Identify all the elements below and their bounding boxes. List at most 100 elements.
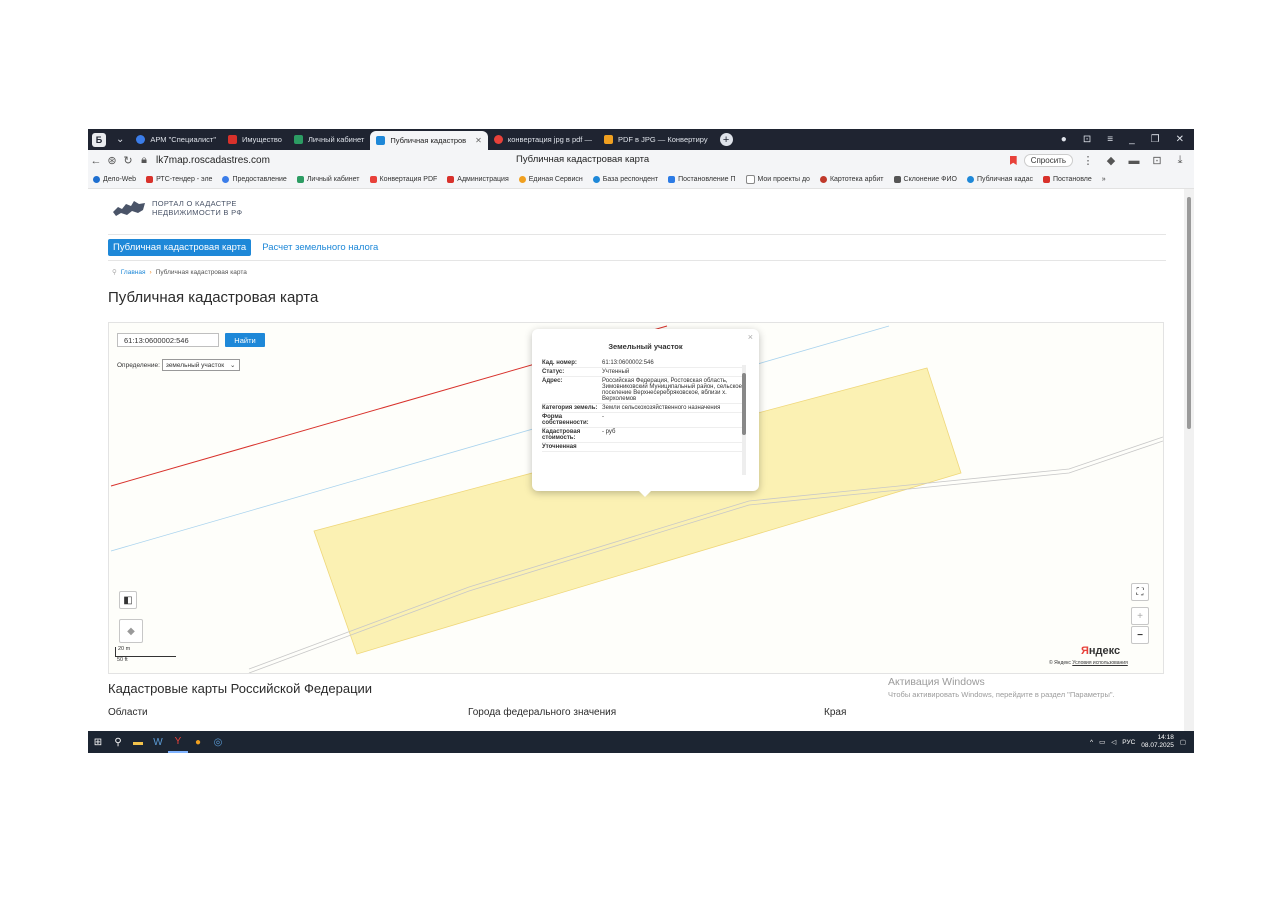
bookmark-administraciya[interactable]: Администрация <box>442 176 513 183</box>
popup-rows[interactable]: Кад. номер: 61:13:0600002:546 Статус: Учте… <box>542 359 742 483</box>
popup-close-button[interactable]: × <box>748 332 753 342</box>
reload-icon[interactable]: ↻ <box>120 154 136 167</box>
bookmark-favicon-icon <box>146 176 154 183</box>
bookmark-rts-tender[interactable]: РТС-тендер - эле <box>141 176 217 183</box>
popup-pointer <box>638 490 652 497</box>
location-pin-icon: ⚲ <box>112 269 117 276</box>
clock-date: 08.07.2025 <box>1141 742 1174 749</box>
bookmark-edinaya-servisnaya[interactable]: Единая Сервисн <box>514 176 588 183</box>
activation-text: Чтобы активировать Windows, перейдите в … <box>888 690 1115 699</box>
yandex-logo[interactable]: Яндекс <box>1081 645 1120 657</box>
federal-cities-column-title: Города федерального значения <box>468 707 617 718</box>
bookmarks-overflow-icon[interactable]: » <box>1097 176 1111 183</box>
bookmark-label: Мои проекты до <box>757 176 810 183</box>
ask-button[interactable]: Спросить <box>1023 154 1073 167</box>
bookmark-moi-proekty[interactable]: Мои проекты до <box>741 175 815 184</box>
bookmark-konvertaciya[interactable]: Конвертация PDF <box>365 176 443 183</box>
tab-label: Имущество <box>242 135 282 144</box>
app-blue-icon[interactable]: ◎ <box>208 731 228 753</box>
lock-icon: 🔒︎ <box>141 154 147 166</box>
bookmark-label: Постановление П <box>678 176 736 183</box>
tab-public-cadastral-map[interactable]: Публичная кадастров ✕ <box>370 131 488 150</box>
popup-value: - руб <box>602 429 616 435</box>
nav-tab-cadastral-map[interactable]: Публичная кадастровая карта <box>108 239 252 256</box>
keyboard-language[interactable]: РУС <box>1122 739 1135 746</box>
breadcrumb-home[interactable]: Главная <box>121 269 146 276</box>
search-icon[interactable]: ⚲ <box>108 731 128 753</box>
divider <box>108 234 1166 235</box>
browser-logo-icon[interactable]: Б <box>92 132 106 147</box>
bookmark-sklonenie-fio[interactable]: Склонение ФИО <box>889 176 962 183</box>
new-tab-plus-icon[interactable]: + <box>719 133 733 146</box>
popup-scrollbar-thumb[interactable] <box>742 373 746 435</box>
nav-tab-land-tax[interactable]: Расчет земельного налога <box>257 239 383 256</box>
tab-pdf-to-jpg[interactable]: PDF в JPG — Конвертиру <box>598 129 714 150</box>
minimize-icon[interactable]: _ <box>1123 134 1141 145</box>
hat-icon[interactable]: ▬ <box>1126 155 1142 167</box>
cadastral-number-input[interactable]: 61:13:0600002:546 <box>117 333 219 347</box>
url-field[interactable]: lk7map.roscadastres.com <box>156 155 270 166</box>
bookmark-label: Администрация <box>457 176 509 183</box>
bookmark-lichny-kabinet[interactable]: Личный кабинет <box>292 176 365 183</box>
profile-icon[interactable]: ● <box>1055 134 1073 145</box>
zoom-in-button[interactable]: + <box>1131 607 1149 625</box>
bookmark-favicon-icon <box>893 176 901 183</box>
bookmark-icon[interactable] <box>1009 156 1017 165</box>
terms-of-use-link[interactable]: Условия использования <box>1072 660 1128 666</box>
extension-icon[interactable]: ◆ <box>1103 154 1119 167</box>
cadastral-map[interactable]: 61:13:0600002:546 Найти Определение: зем… <box>108 322 1164 674</box>
more-icon[interactable]: ⋮ <box>1080 154 1096 167</box>
volume-icon[interactable]: ◁ <box>1111 738 1116 746</box>
bookmark-delo-web[interactable]: Дело-Web <box>88 176 141 183</box>
zoom-out-button[interactable]: − <box>1131 626 1149 644</box>
tabs-menu-chevron-icon[interactable]: ⌄ <box>110 134 130 145</box>
bookmark-favicon-icon <box>592 176 600 183</box>
clock[interactable]: 14:18 08.07.2025 <box>1141 734 1174 750</box>
tab-label: Личный кабинет <box>307 135 365 144</box>
menu-icon[interactable]: ≡ <box>1101 134 1119 145</box>
popup-scrollbar[interactable] <box>742 365 746 475</box>
find-button[interactable]: Найти <box>225 333 265 347</box>
page-scrollbar[interactable] <box>1184 189 1194 731</box>
word-icon[interactable]: W <box>148 731 168 753</box>
regions-column-title: Области <box>108 707 148 718</box>
definition-selected-value: земельный участок <box>165 361 225 369</box>
layers-stack-icon[interactable]: ◆ <box>119 619 143 643</box>
shield-icon[interactable]: ⊛ <box>104 154 120 167</box>
file-explorer-icon[interactable]: ▬ <box>128 731 148 753</box>
pin-icon[interactable]: ⊡ <box>1077 134 1097 145</box>
bookmark-postanovlenie[interactable]: Постановление П <box>663 176 740 183</box>
bookmark-baza-respondentov[interactable]: База респондент <box>588 176 663 183</box>
tab-lichny-kabinet[interactable]: Личный кабинет <box>288 129 370 150</box>
windows-start-icon[interactable]: ⊞ <box>88 731 108 753</box>
popup-key: Кадастровая стоимость: <box>542 429 581 441</box>
page-scrollbar-thumb[interactable] <box>1187 197 1191 429</box>
bookmark-postanovlenie-2[interactable]: Постановле <box>1038 176 1097 183</box>
download-icon[interactable]: ⤓ <box>1172 154 1188 167</box>
definition-control: Определение: земельный участок ⌄ <box>117 359 240 371</box>
layers-toggle-button[interactable]: ◧ <box>119 591 137 609</box>
back-arrow-icon[interactable]: ← <box>88 155 104 167</box>
restore-icon[interactable]: ❐ <box>1145 134 1166 145</box>
portal-logo[interactable]: Портал о кадастре недвижимости в РФ <box>112 198 242 218</box>
tray-chevron-up-icon[interactable]: ^ <box>1090 739 1093 746</box>
tab-jpg-to-pdf[interactable]: конвертация jpg в pdf — <box>488 129 598 150</box>
reader-icon[interactable]: ⊡ <box>1149 154 1165 167</box>
map-search: 61:13:0600002:546 Найти <box>117 333 265 347</box>
tab-arm-specialist[interactable]: АРМ "Специалист" <box>130 129 222 150</box>
tab-imushchestvo[interactable]: Имущество <box>222 129 288 150</box>
close-window-icon[interactable]: ✕ <box>1170 134 1190 145</box>
bookmark-publichnaya-kadastrovaya[interactable]: Публичная кадас <box>962 176 1038 183</box>
definition-select[interactable]: земельный участок ⌄ <box>161 359 240 371</box>
bookmark-kartoteka[interactable]: Картотека арбит <box>815 176 889 183</box>
network-icon[interactable]: ▭ <box>1099 738 1105 746</box>
fullscreen-button[interactable]: ⛶ <box>1131 583 1149 601</box>
bookmark-predostavlenie[interactable]: Предоставление <box>217 176 291 183</box>
yandex-browser-icon[interactable]: Y <box>168 731 188 753</box>
krai-column-title: Края <box>824 707 847 718</box>
activation-title: Активация Windows <box>888 676 985 688</box>
notifications-icon[interactable]: ▢ <box>1180 738 1186 746</box>
popup-row: Категория земель: Земли сельскохозяйствен… <box>542 404 742 413</box>
tab-close-icon[interactable]: ✕ <box>475 136 482 145</box>
app-orange-icon[interactable]: ● <box>188 731 208 753</box>
